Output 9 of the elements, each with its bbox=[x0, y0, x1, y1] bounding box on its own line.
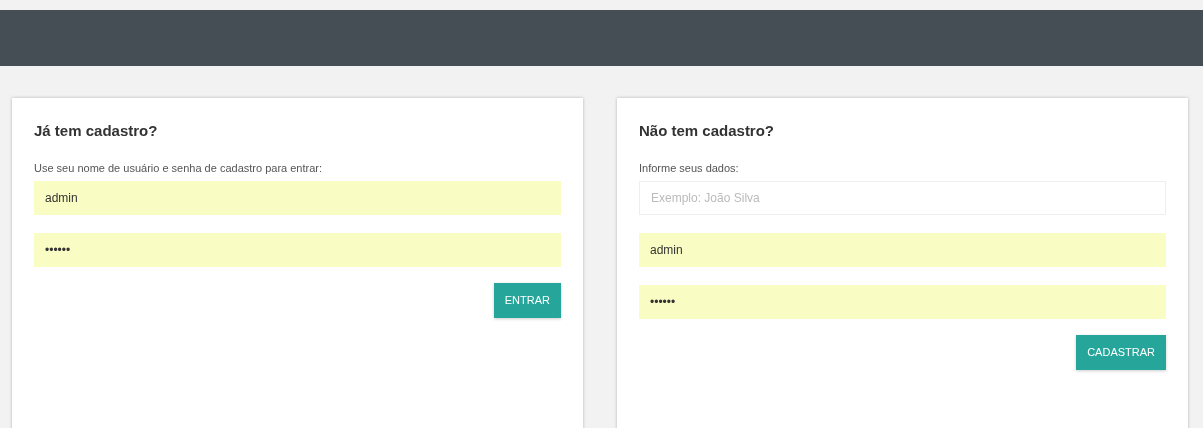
input-field[interactable]: •••••• bbox=[639, 285, 1166, 319]
card-description: Informe seus dados: bbox=[639, 161, 740, 175]
card-description: Use seu nome de usuário e senha de cadastro para entrar: bbox=[34, 161, 323, 175]
input-field[interactable]: admin bbox=[639, 233, 1166, 267]
card-title: Já tem cadastro? bbox=[34, 121, 159, 141]
card-title: Não tem cadastro? bbox=[639, 121, 776, 141]
input-field[interactable]: admin bbox=[34, 181, 561, 215]
input-field[interactable]: Exemplo: João Silva bbox=[639, 181, 1166, 215]
input-field[interactable]: •••••• bbox=[34, 233, 561, 267]
